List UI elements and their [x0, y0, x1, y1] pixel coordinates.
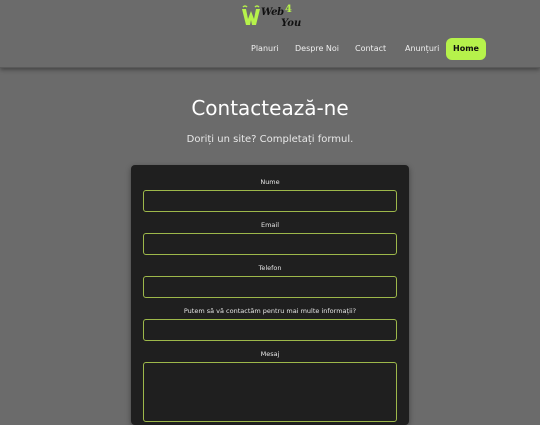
name-label: Nume	[260, 178, 280, 186]
email-field[interactable]	[143, 233, 397, 255]
logo-digit: 4	[285, 4, 292, 15]
site-header: Web 4 You Planuri Despre Noi Contact Anu…	[0, 0, 540, 68]
page-title: Contactează-ne	[191, 96, 349, 120]
phone-label: Telefon	[258, 264, 282, 272]
message-field[interactable]	[143, 362, 397, 422]
email-label: Email	[260, 221, 280, 229]
nav-home-button[interactable]: Home	[446, 38, 486, 60]
name-field[interactable]	[143, 190, 397, 212]
page-subtitle: Doriți un site? Completați formul.	[186, 134, 354, 145]
contact-permission-label: Putem să vă contactăm pentru mai multe i…	[183, 307, 357, 315]
contact-form: Nume Email Telefon Putem să vă contactăm…	[131, 165, 409, 425]
logo-w-icon	[242, 5, 260, 25]
logo-text-you: You	[281, 18, 302, 29]
phone-field[interactable]	[143, 276, 397, 298]
nav-item-anunturi[interactable]: Anunțuri	[405, 38, 439, 60]
nav-item-contact[interactable]: Contact	[355, 38, 386, 60]
contact-permission-field[interactable]	[143, 319, 397, 341]
nav-item-despre-noi[interactable]: Despre Noi	[295, 38, 339, 60]
message-label: Mesaj	[260, 350, 280, 358]
main-nav: Planuri Despre Noi Contact Anunțuri Home	[0, 38, 540, 60]
logo[interactable]: Web 4 You	[241, 4, 302, 31]
logo-text-web: Web	[261, 7, 284, 18]
nav-item-planuri[interactable]: Planuri	[251, 38, 279, 60]
